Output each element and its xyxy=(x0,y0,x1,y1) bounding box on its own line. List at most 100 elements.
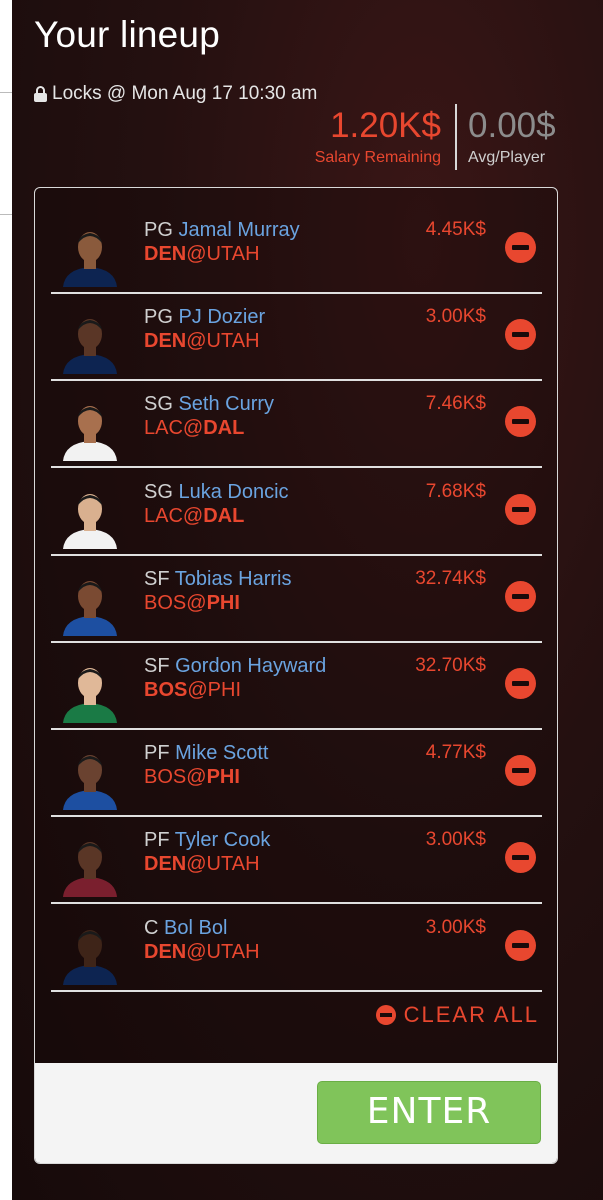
away-team: DEN xyxy=(144,853,187,876)
player-row[interactable]: PF Tyler Cook DEN@UTAH 3.00K$ xyxy=(51,815,542,905)
away-team: DEN xyxy=(144,243,187,265)
player-salary: 3.00K$ xyxy=(425,916,486,938)
remove-player-icon[interactable] xyxy=(505,232,536,263)
away-team: LAC xyxy=(144,417,183,440)
home-team: UTAH xyxy=(206,330,260,353)
player-position-name: PG Jamal Murray xyxy=(144,219,300,242)
player-matchup: BOS@PHI xyxy=(144,592,240,615)
player-name-link[interactable]: Seth Curry xyxy=(178,393,274,415)
player-matchup: LAC@DAL xyxy=(144,505,244,528)
player-row[interactable]: PG PJ Dozier DEN@UTAH 3.00K$ xyxy=(51,292,542,382)
player-name-link[interactable]: Jamal Murray xyxy=(178,219,299,241)
remove-player-icon[interactable] xyxy=(505,755,536,787)
strip-divider xyxy=(0,214,12,215)
player-position-name: SF Tobias Harris xyxy=(144,568,291,591)
player-name-link[interactable]: PJ Dozier xyxy=(178,306,265,328)
away-team: DEN xyxy=(144,940,187,963)
clear-all-button[interactable]: CLEAR ALL xyxy=(375,1002,539,1028)
player-position-name: SF Gordon Hayward xyxy=(144,655,326,678)
player-headshot xyxy=(63,755,117,811)
player-matchup: LAC@DAL xyxy=(144,417,244,440)
player-row[interactable]: SG Seth Curry LAC@DAL 7.46K$ xyxy=(51,379,542,469)
lock-time-text: Locks @ Mon Aug 17 10:30 am xyxy=(52,83,318,104)
at-sign: @ xyxy=(186,591,207,614)
player-position: SG xyxy=(144,393,173,416)
salary-remaining-value: 1.20K$ xyxy=(330,106,441,145)
at-sign: @ xyxy=(182,417,204,440)
clear-all-label: CLEAR ALL xyxy=(403,1002,539,1027)
background-page-strip xyxy=(0,0,12,1200)
avg-per-player: 0.00$ Avg/Player xyxy=(468,106,556,167)
player-headshot xyxy=(63,232,117,287)
player-salary: 32.70K$ xyxy=(415,655,486,676)
player-salary: 4.45K$ xyxy=(425,219,486,240)
player-position-name: PF Tyler Cook xyxy=(144,829,270,852)
home-team: DAL xyxy=(203,417,245,440)
player-salary: 4.77K$ xyxy=(425,742,486,764)
strip-divider xyxy=(0,92,12,93)
player-salary: 7.46K$ xyxy=(425,393,486,415)
player-name-link[interactable]: Bol Bol xyxy=(164,917,227,939)
remove-player-icon[interactable] xyxy=(505,668,536,699)
at-sign: @ xyxy=(186,243,207,265)
player-position: SF xyxy=(144,655,170,677)
player-salary: 3.00K$ xyxy=(425,829,486,851)
summary-divider xyxy=(455,104,457,170)
player-row[interactable]: C Bol Bol DEN@UTAH 3.00K$ xyxy=(51,903,542,992)
player-headshot xyxy=(63,929,117,985)
player-position-name: C Bol Bol xyxy=(144,917,227,940)
away-team: BOS xyxy=(144,591,187,614)
player-position: PG xyxy=(144,306,173,329)
enter-button[interactable]: ENTER xyxy=(317,1081,541,1144)
salary-remaining-label: Salary Remaining xyxy=(314,149,441,166)
away-team: BOS xyxy=(144,766,187,789)
at-sign: @ xyxy=(186,853,207,876)
player-headshot xyxy=(63,406,117,462)
remove-player-icon[interactable] xyxy=(505,929,536,961)
player-position: PF xyxy=(144,829,170,852)
lock-time: Locks @ Mon Aug 17 10:30 am xyxy=(34,83,317,105)
home-team: UTAH xyxy=(206,940,260,963)
player-headshot xyxy=(63,580,117,636)
player-name-link[interactable]: Mike Scott xyxy=(175,742,268,764)
remove-player-icon[interactable] xyxy=(505,842,536,874)
player-headshot xyxy=(63,319,117,375)
away-team: LAC xyxy=(144,504,183,527)
remove-player-icon[interactable] xyxy=(505,580,536,612)
player-row[interactable]: SF Gordon Hayward BOS@PHI 32.70K$ xyxy=(51,641,542,730)
remove-player-icon[interactable] xyxy=(505,493,536,525)
player-position-name: PG PJ Dozier xyxy=(144,306,265,329)
page-title: Your lineup xyxy=(34,14,220,55)
home-team: UTAH xyxy=(206,243,260,265)
player-matchup: DEN@UTAH xyxy=(144,853,260,876)
remove-player-icon[interactable] xyxy=(505,406,536,438)
player-matchup: DEN@UTAH xyxy=(144,941,260,964)
salary-remaining: 1.20K$ Salary Remaining xyxy=(315,106,441,167)
player-position-name: SG Seth Curry xyxy=(144,393,274,416)
player-name-link[interactable]: Tobias Harris xyxy=(175,568,292,590)
player-salary: 7.68K$ xyxy=(425,480,486,502)
player-position: SF xyxy=(144,567,170,590)
at-sign: @ xyxy=(186,330,207,353)
player-position: PG xyxy=(144,219,173,241)
player-row[interactable]: PG Jamal Murray DEN@UTAH 4.45K$ xyxy=(51,205,542,294)
minus-circle-icon xyxy=(375,1005,396,1025)
player-position-name: PF Mike Scott xyxy=(144,742,268,765)
away-team: DEN xyxy=(144,330,187,353)
player-name-link[interactable]: Luka Doncic xyxy=(178,481,288,503)
player-name-link[interactable]: Gordon Hayward xyxy=(175,655,326,677)
player-matchup: DEN@UTAH xyxy=(144,243,260,266)
player-row[interactable]: SF Tobias Harris BOS@PHI 32.74K$ xyxy=(51,554,542,643)
player-name-link[interactable]: Tyler Cook xyxy=(175,829,271,851)
remove-player-icon[interactable] xyxy=(505,319,536,351)
player-matchup: BOS@PHI xyxy=(144,766,240,789)
lock-icon xyxy=(34,86,47,102)
player-salary: 3.00K$ xyxy=(425,306,486,328)
player-row[interactable]: PF Mike Scott BOS@PHI 4.77K$ xyxy=(51,728,542,818)
player-row[interactable]: SG Luka Doncic LAC@DAL 7.68K$ xyxy=(51,467,542,556)
player-matchup: DEN@UTAH xyxy=(144,330,260,353)
lineup-panel: PG Jamal Murray DEN@UTAH 4.45K$ PG PJ Dozie… xyxy=(34,187,558,1164)
player-headshot xyxy=(63,493,117,549)
player-position: C xyxy=(144,916,159,939)
player-position: PF xyxy=(144,742,170,765)
